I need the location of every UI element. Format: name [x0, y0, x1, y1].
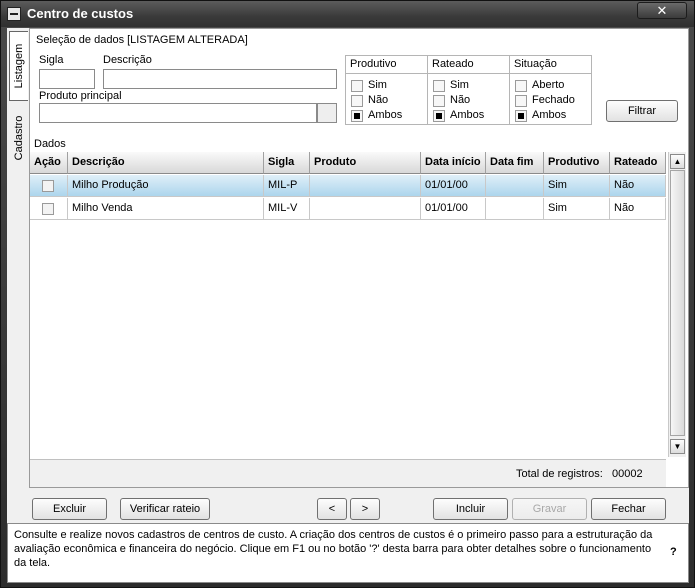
excluir-button[interactable]: Excluir — [32, 498, 107, 520]
dados-section-title: Dados — [34, 138, 66, 150]
situacao-aberto-checkbox[interactable] — [515, 80, 527, 92]
col-rateado[interactable]: Rateado — [610, 152, 666, 174]
help-bar: Consulte e realize novos cadastros de ce… — [7, 523, 689, 583]
previous-record-button[interactable]: < — [317, 498, 347, 520]
produto-lookup-button[interactable] — [317, 103, 337, 123]
row-produtivo: Sim — [544, 198, 610, 220]
rateado-nao-option[interactable]: Não — [433, 94, 470, 108]
title-bar[interactable]: Centro de custos ✕ — [1, 1, 694, 27]
window-content: Listagem Cadastro Seleção de dados [LIST… — [7, 28, 689, 583]
produto-principal-label: Produto principal — [39, 90, 122, 102]
centros-table: Ação Descrição Sigla Produto Data início… — [30, 152, 688, 488]
filter-section-title: Seleção de dados [LISTAGEM ALTERADA] — [36, 34, 248, 46]
col-descricao[interactable]: Descrição — [68, 152, 264, 174]
produtivo-sim-option[interactable]: Sim — [351, 79, 387, 93]
help-text: Consulte e realize novos cadastros de ce… — [14, 529, 653, 569]
rateado-ambos-checkbox[interactable] — [433, 110, 445, 122]
row-descricao: Milho Produção — [68, 175, 264, 197]
table-row[interactable]: Milho Venda MIL-V 01/01/00 Sim Não — [30, 198, 666, 220]
total-registros-value: 00002 — [612, 468, 643, 480]
situacao-group-title: Situação — [510, 56, 591, 74]
rateado-sim-checkbox[interactable] — [433, 80, 445, 92]
produtivo-ambos-option[interactable]: Ambos — [351, 109, 402, 123]
tab-listagem[interactable]: Listagem — [9, 31, 28, 101]
situacao-aberto-option[interactable]: Aberto — [515, 79, 564, 93]
produtivo-group-title: Produtivo — [346, 56, 427, 74]
row-rateado: Não — [610, 198, 666, 220]
table-header: Ação Descrição Sigla Produto Data início… — [30, 152, 666, 174]
filtrar-button[interactable]: Filtrar — [606, 100, 678, 122]
row-rateado: Não — [610, 175, 666, 197]
table-row[interactable]: Milho Produção MIL-P 01/01/00 Sim Não — [30, 175, 666, 197]
row-produtivo: Sim — [544, 175, 610, 197]
rateado-group: Rateado Sim Não Ambos — [427, 55, 510, 125]
rateado-sim-option[interactable]: Sim — [433, 79, 469, 93]
situacao-group: Situação Aberto Fechado Ambos — [509, 55, 592, 125]
produtivo-sim-checkbox[interactable] — [351, 80, 363, 92]
col-produto[interactable]: Produto — [310, 152, 421, 174]
gravar-button[interactable]: Gravar — [512, 498, 587, 520]
row-acao-cell — [30, 198, 68, 220]
col-sigla[interactable]: Sigla — [264, 152, 310, 174]
fechar-button[interactable]: Fechar — [591, 498, 666, 520]
rateado-ambos-option[interactable]: Ambos — [433, 109, 484, 123]
window-menu-icon[interactable] — [7, 7, 21, 21]
tab-listagem-label: Listagem — [13, 43, 25, 89]
sigla-label: Sigla — [39, 54, 64, 66]
window-title: Centro de custos — [27, 6, 134, 21]
situacao-fechado-option[interactable]: Fechado — [515, 94, 575, 108]
row-produto — [310, 198, 421, 220]
row-data-inicio: 01/01/00 — [421, 175, 486, 197]
descricao-label: Descrição — [103, 54, 152, 66]
help-question-button[interactable]: ? — [670, 546, 677, 558]
produtivo-group: Produtivo Sim Não Ambos — [345, 55, 428, 125]
table-footer: Total de registros: 00002 — [30, 459, 666, 487]
descricao-input[interactable] — [103, 69, 337, 89]
next-record-button[interactable]: > — [350, 498, 380, 520]
row-sigla: MIL-P — [264, 175, 310, 197]
situacao-ambos-checkbox[interactable] — [515, 110, 527, 122]
produtivo-nao-checkbox[interactable] — [351, 95, 363, 107]
tab-cadastro-label: Cadastro — [12, 115, 25, 161]
centro-de-custos-window: Centro de custos ✕ Listagem Cadastro Sel… — [0, 0, 695, 588]
scroll-up-icon[interactable]: ▲ — [670, 154, 685, 169]
row-checkbox[interactable] — [42, 180, 54, 192]
incluir-button[interactable]: Incluir — [433, 498, 508, 520]
verificar-rateio-button[interactable]: Verificar rateio — [120, 498, 210, 520]
rateado-group-title: Rateado — [428, 56, 509, 74]
produtivo-ambos-checkbox[interactable] — [351, 110, 363, 122]
produto-principal-input[interactable] — [39, 103, 317, 123]
row-acao-cell — [30, 175, 68, 197]
listagem-panel: Seleção de dados [LISTAGEM ALTERADA] Sig… — [29, 28, 689, 488]
side-tabs: Listagem Cadastro — [7, 28, 29, 488]
row-data-inicio: 01/01/00 — [421, 198, 486, 220]
col-produtivo[interactable]: Produtivo — [544, 152, 610, 174]
table-scrollbar[interactable]: ▲ ▼ — [668, 152, 686, 457]
sigla-input[interactable] — [39, 69, 95, 89]
row-data-fim — [486, 175, 544, 197]
row-data-fim — [486, 198, 544, 220]
row-produto — [310, 175, 421, 197]
situacao-ambos-option[interactable]: Ambos — [515, 109, 566, 123]
total-registros-label: Total de registros: — [516, 468, 603, 480]
rateado-nao-checkbox[interactable] — [433, 95, 445, 107]
col-acao[interactable]: Ação — [30, 152, 68, 174]
close-button[interactable]: ✕ — [637, 2, 687, 19]
scroll-down-icon[interactable]: ▼ — [670, 439, 685, 454]
col-data-fim[interactable]: Data fim — [486, 152, 544, 174]
produtivo-nao-option[interactable]: Não — [351, 94, 388, 108]
tab-cadastro[interactable]: Cadastro — [9, 108, 28, 168]
situacao-fechado-checkbox[interactable] — [515, 95, 527, 107]
scroll-thumb[interactable] — [670, 170, 685, 436]
row-sigla: MIL-V — [264, 198, 310, 220]
row-descricao: Milho Venda — [68, 198, 264, 220]
col-data-inicio[interactable]: Data início — [421, 152, 486, 174]
row-checkbox[interactable] — [42, 203, 54, 215]
